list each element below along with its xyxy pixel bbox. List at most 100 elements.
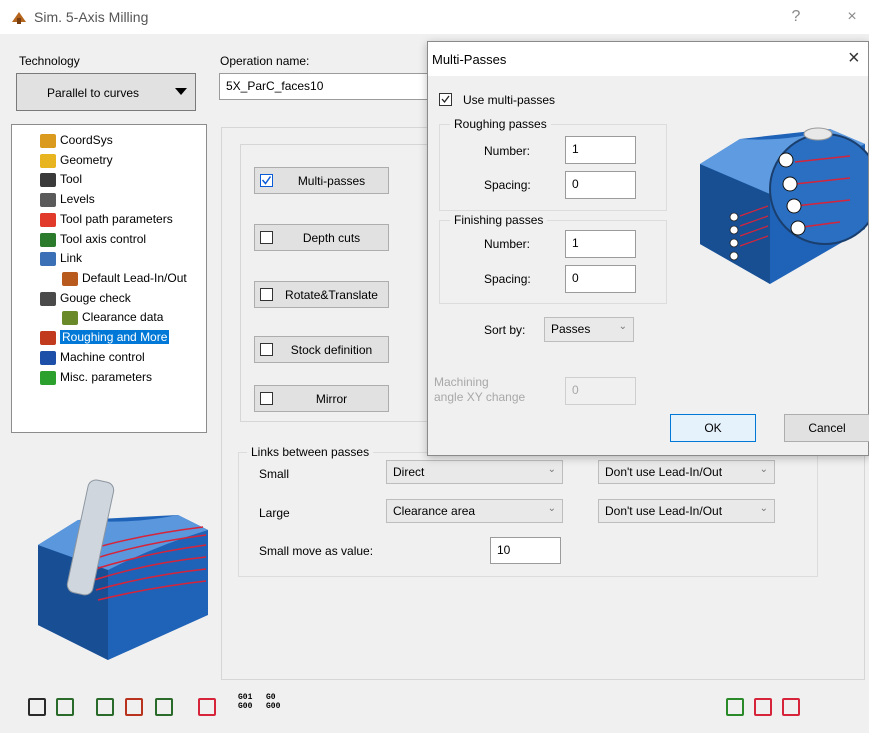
import-icon[interactable] (155, 698, 173, 716)
option-button[interactable]: Stock definition (254, 336, 389, 363)
misc-icon (40, 370, 56, 385)
app-icon (12, 12, 26, 24)
small-link-dropdown[interactable]: Direct ⌄ (386, 460, 563, 484)
tree-item-label: Link (60, 251, 83, 265)
technology-dropdown[interactable]: Parallel to curves (16, 73, 196, 111)
tree-item[interactable]: Link (40, 249, 82, 267)
save-as-icon[interactable] (56, 698, 74, 716)
geometry-icon (40, 153, 56, 168)
g00-label: G00 (238, 702, 253, 711)
finishing-number-label: Number: (484, 237, 531, 251)
help-button[interactable]: ? (782, 6, 810, 28)
milling-preview-image (38, 479, 208, 660)
option-button[interactable]: Rotate&Translate (254, 281, 389, 308)
option-checkbox[interactable] (260, 174, 273, 187)
tree-item-label: Default Lead-In/Out (82, 271, 187, 285)
exit-icon[interactable] (782, 698, 800, 716)
option-checkbox[interactable] (260, 392, 273, 405)
g0-g00-button[interactable]: G0 G00 (266, 693, 280, 711)
angle-label-line2: angle XY change (434, 390, 526, 404)
send-icon[interactable] (754, 698, 772, 716)
small-label: Small (259, 467, 290, 481)
tree-item-label: Clearance data (82, 310, 164, 324)
technology-value: Parallel to curves (47, 86, 140, 100)
tree-item[interactable]: Tool axis control (40, 230, 146, 248)
tree-item-label: Misc. parameters (60, 370, 153, 384)
option-label: Mirror (315, 392, 348, 406)
tree-item[interactable]: Tool (40, 170, 82, 188)
small-move-input[interactable]: 10 (490, 537, 561, 564)
use-multi-passes-checkbox[interactable] (439, 93, 452, 106)
save-icon[interactable] (28, 698, 46, 716)
large-lead-dropdown[interactable]: Don't use Lead-In/Out ⌄ (598, 499, 775, 523)
option-button[interactable]: Multi-passes (254, 167, 389, 194)
gouge-check-icon (40, 291, 56, 306)
clearance-icon (62, 310, 78, 325)
parameter-tree: CoordSys Geometry Tool Levels Tool path para… (11, 124, 207, 433)
cancel-button[interactable]: Cancel (784, 414, 869, 442)
tree-item-label: Tool axis control (60, 232, 147, 246)
finishing-spacing-input[interactable]: 0 (565, 265, 636, 293)
dialog-close-button[interactable]: × (848, 47, 860, 70)
tree-item[interactable]: Misc. parameters (40, 368, 152, 386)
large-link-dropdown[interactable]: Clearance area ⌄ (386, 499, 563, 523)
roughing-spacing-input[interactable]: 0 (565, 171, 636, 199)
g0-label: G0 (266, 693, 276, 702)
multi-passes-illustration (700, 127, 868, 284)
tree-item-label: Roughing and More (60, 330, 170, 344)
machine-control-icon (40, 350, 56, 365)
tree-item[interactable]: Geometry (40, 151, 113, 169)
levels-icon (40, 192, 56, 207)
finishing-spacing-label: Spacing: (484, 272, 531, 286)
tree-item-label: CoordSys (60, 133, 113, 147)
option-button[interactable]: Depth cuts (254, 224, 389, 251)
finishing-number-input[interactable]: 1 (565, 230, 636, 258)
stock-icon[interactable] (198, 698, 216, 716)
sort-by-dropdown[interactable]: Passes ⌄ (544, 317, 634, 342)
tree-item[interactable]: CoordSys (40, 131, 113, 149)
operation-name-input[interactable]: 5X_ParC_faces10 (219, 73, 429, 100)
links-group-title: Links between passes (247, 445, 374, 459)
large-lead-value: Don't use Lead-In/Out (605, 504, 723, 518)
small-lead-dropdown[interactable]: Don't use Lead-In/Out ⌄ (598, 460, 775, 484)
tree-item[interactable]: Default Lead-In/Out (62, 269, 187, 287)
dialog-title-bar: Multi-Passes × (428, 42, 868, 76)
option-checkbox[interactable] (260, 231, 273, 244)
g01-g00-button[interactable]: G01 G00 (238, 693, 252, 711)
option-checkbox[interactable] (260, 288, 273, 301)
tree-item[interactable]: Machine control (40, 348, 145, 366)
tool-icon (40, 172, 56, 187)
coordsys-icon (40, 133, 56, 148)
sort-by-label: Sort by: (484, 323, 526, 337)
close-button[interactable]: × (838, 6, 866, 28)
export-icon[interactable] (125, 698, 143, 716)
link-icon (40, 251, 56, 266)
tree-item-label: Levels (60, 192, 95, 206)
chevron-down-icon: ⌄ (759, 464, 768, 475)
option-label: Stock definition (290, 343, 373, 357)
tree-item[interactable]: Roughing and More (40, 328, 170, 346)
checkmark-icon (261, 176, 272, 185)
tree-item-label: Geometry (60, 153, 113, 167)
operation-name-label: Operation name: (220, 54, 310, 68)
technology-label: Technology (19, 54, 80, 68)
g01-label: G01 (238, 693, 253, 702)
multi-passes-dialog: Multi-Passes × Use multi-passes Roughing… (427, 41, 869, 456)
option-button[interactable]: Mirror (254, 385, 389, 412)
tree-item[interactable]: Tool path parameters (40, 210, 173, 228)
finishing-passes-title: Finishing passes (450, 213, 548, 227)
chevron-down-icon (175, 88, 187, 95)
tree-item[interactable]: Levels (40, 190, 95, 208)
chevron-down-icon: ⌄ (618, 321, 627, 332)
apply-icon[interactable] (726, 698, 744, 716)
save-default-icon[interactable] (96, 698, 114, 716)
option-checkbox[interactable] (260, 343, 273, 356)
tree-item[interactable]: Clearance data (62, 308, 163, 326)
roughing-number-input[interactable]: 1 (565, 136, 636, 164)
tree-item[interactable]: Gouge check (40, 289, 131, 307)
main-window: Sim. 5-Axis Milling ? × Technology Paral… (0, 0, 869, 733)
tree-item-label: Gouge check (60, 291, 131, 305)
ok-button[interactable]: OK (670, 414, 756, 442)
window-title: Sim. 5-Axis Milling (34, 9, 149, 25)
roughing-spacing-label: Spacing: (484, 178, 531, 192)
